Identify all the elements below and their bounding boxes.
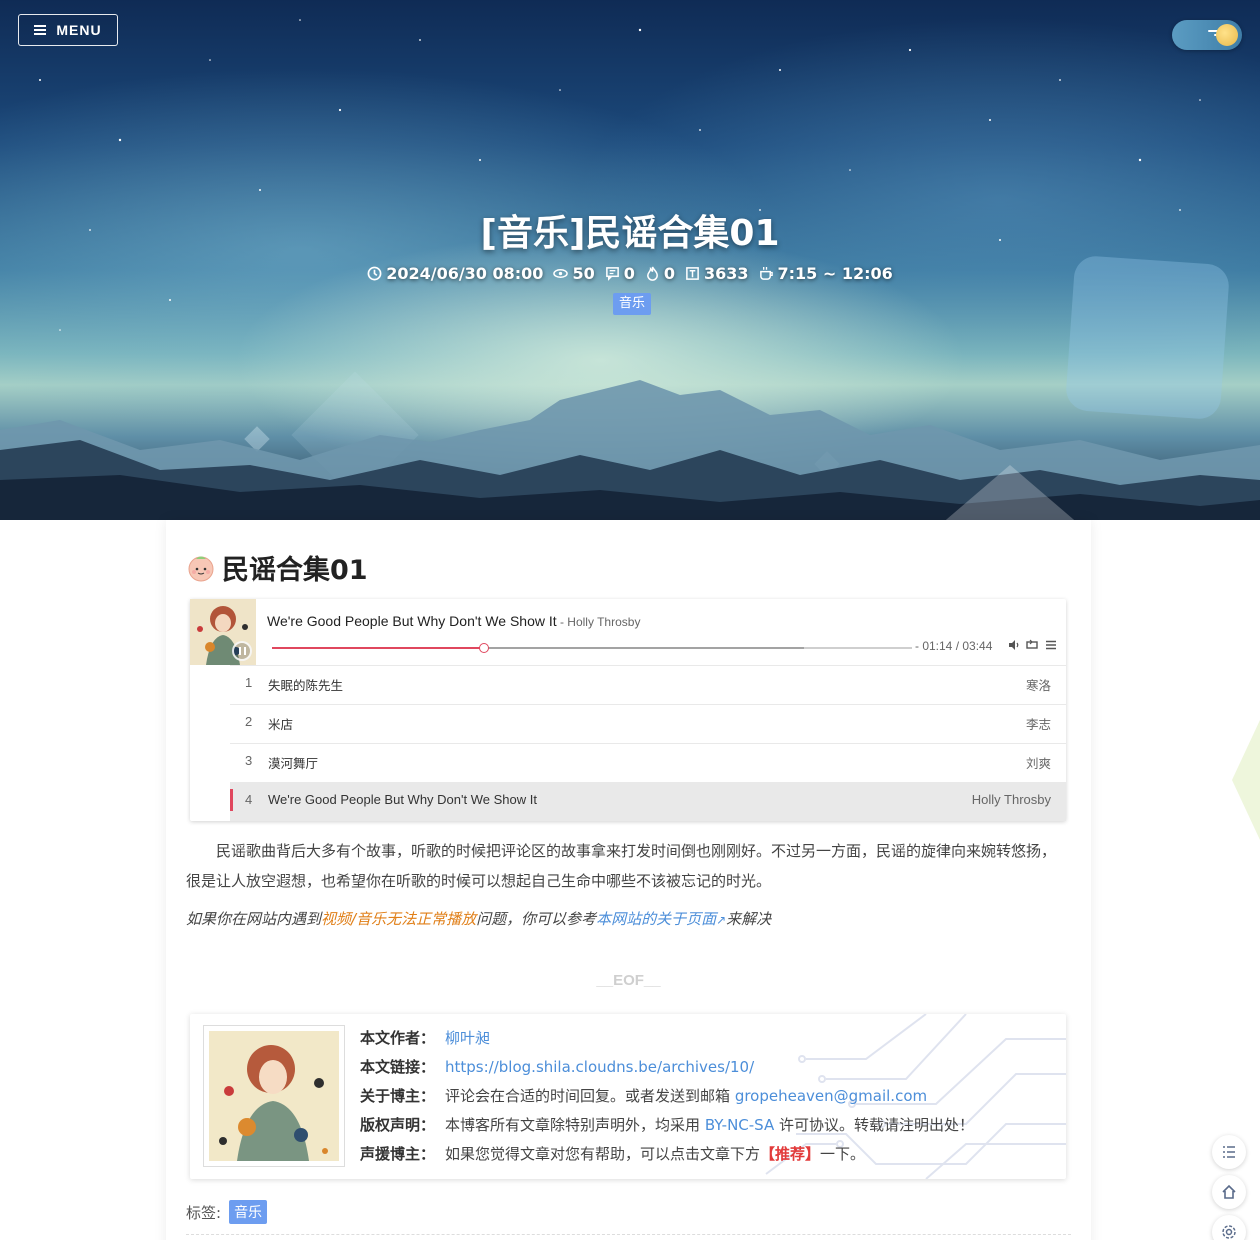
article-paragraph: 民谣歌曲背后大多有个故事，听歌的时候把评论区的故事拿来打发时间倒也刚刚好。不过另… [186,842,1057,890]
playlist-item-active[interactable]: 4 We're Good People But Why Don't We Sho… [230,782,1066,821]
playlist-toggle-icon[interactable] [1045,639,1057,651]
article-title: 民谣合集01 [222,555,368,586]
meta-words: 3633 [685,264,749,283]
progress-bar[interactable] [272,643,912,653]
playlist-item[interactable]: 1 失眠的陈先生 寒洛 [230,665,1066,704]
meta-likes: 0 [645,264,675,283]
theme-toggle[interactable] [1172,20,1242,50]
music-player: We're Good People But Why Don't We Show … [190,599,1066,821]
post-meta: 2024/06/30 08:00 50 0 0 3633 7:15 ~ 12:0… [0,264,1260,283]
toc-button[interactable] [1212,1135,1246,1169]
author-link[interactable]: 柳叶昶 [445,1029,490,1047]
license-link[interactable]: BY-NC-SA [705,1116,774,1134]
meta-comments: 0 [605,264,635,283]
about-row: 关于博主： 评论会在合适的时间回复。或者发送到邮箱 gropeheaven@gma… [360,1087,928,1105]
license-row: 版权声明： 本博客所有文章除特别声明外，均采用 BY-NC-SA 许可协议。转载请… [360,1116,975,1134]
eye-icon [553,269,569,278]
home-button[interactable] [1212,1175,1246,1209]
divider [186,1234,1071,1235]
category-tag[interactable]: 音乐 [613,293,652,315]
decorative-side-triangle [1232,720,1260,840]
author-avatar-image [209,1031,339,1161]
meta-date: 2024/06/30 08:00 [367,264,543,283]
sun-icon [1216,24,1238,46]
playlist: 1 失眠的陈先生 寒洛 2 米店 李志 3 漠河舞厅 刘爽 4 We're Go… [230,665,1066,821]
decorative-triangle [940,465,1080,520]
progress-played [272,647,484,649]
help-note: 如果你在网站内遇到视频/音乐无法正常播放问题，你可以参考本网站的关于页面↗来解决 [186,910,772,928]
settings-icon [1222,1225,1236,1239]
loop-icon[interactable] [1026,639,1038,651]
copyright-details: 本文作者： 柳叶昶 本文链接： https://blog.shila.cloudns… [360,1024,974,1169]
playback-issue-text: 视频/音乐无法正常播放 [321,910,477,928]
copyright-box: 本文作者： 柳叶昶 本文链接： https://blog.shila.cloudns… [190,1014,1066,1179]
email-link[interactable]: gropeheaven@gmail.com [735,1087,927,1105]
recommend-highlight: 【推荐】 [760,1145,821,1163]
pause-icon[interactable] [232,641,252,661]
eof-marker: __EOF__ [596,972,661,989]
menu-button[interactable]: MENU [18,14,118,46]
menu-label: MENU [56,22,102,38]
settings-button[interactable] [1212,1215,1246,1240]
about-page-link[interactable]: 本网站的关于页面 [596,910,716,928]
tags-label: 标签: [186,1203,222,1222]
meta-views: 50 [553,264,595,283]
time-display: - 01:14 / 03:44 [915,639,993,653]
support-row: 声援博主： 如果您觉得文章对您有帮助，可以点击文章下方【推荐】一下。 [360,1145,866,1163]
article-heading: 民谣合集01 [186,548,368,587]
album-cover[interactable] [190,599,256,665]
meta-reading-time: 7:15 ~ 12:06 [759,264,893,283]
coffee-icon [759,266,773,280]
hero-banner [0,0,1260,520]
now-playing: We're Good People But Why Don't We Show … [267,613,640,629]
article-card: 民谣合集01 We're Good People But Why Don't W… [166,520,1091,1240]
tag-chip[interactable]: 音乐 [229,1200,268,1224]
now-playing-artist: - Holly Throsby [556,615,641,629]
home-icon [1222,1184,1236,1199]
page-title: [音乐]民谣合集01 [480,213,780,254]
permalink[interactable]: https://blog.shila.cloudns.be/archives/1… [445,1058,754,1076]
comment-icon [605,267,619,281]
permalink-row: 本文链接： https://blog.shila.cloudns.be/archi… [360,1058,755,1076]
active-indicator [230,789,233,811]
author-row: 本文作者： 柳叶昶 [360,1029,491,1047]
peach-emoji-icon [188,556,214,581]
volume-icon[interactable] [1008,639,1020,651]
external-link-icon: ↗ [716,913,727,927]
tag-list: 标签: 音乐 [186,1200,268,1224]
toc-icon [1223,1146,1235,1158]
menu-icon [34,25,47,35]
playlist-item[interactable]: 3 漠河舞厅 刘爽 [230,743,1066,782]
playlist-item[interactable]: 2 米店 李志 [230,704,1066,743]
fire-icon [646,266,658,281]
clock-icon [367,266,382,281]
author-avatar [203,1025,345,1167]
progress-thumb[interactable] [479,643,489,653]
now-playing-title: We're Good People But Why Don't We Show … [267,613,557,629]
text-icon [686,267,699,280]
